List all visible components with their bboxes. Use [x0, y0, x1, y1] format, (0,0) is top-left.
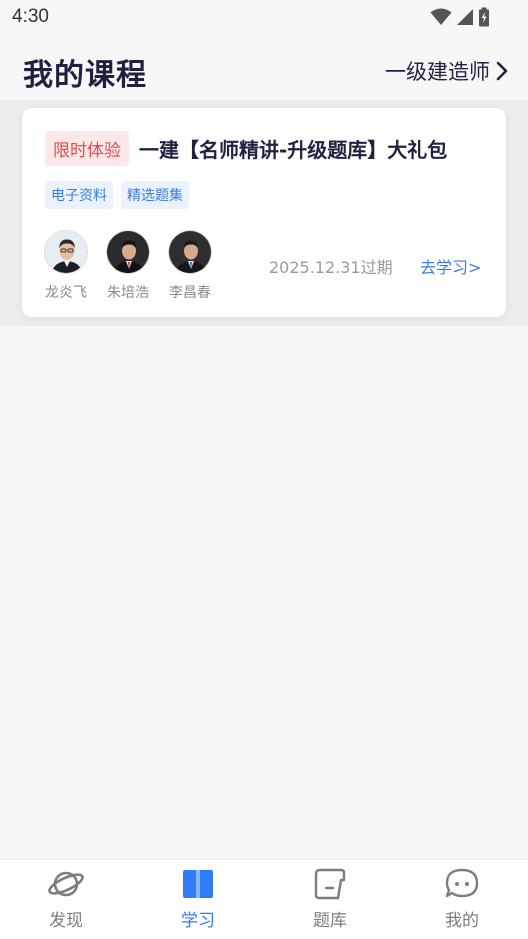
exam-selector-button[interactable]: 一级建造师	[385, 56, 508, 86]
exam-selector-label: 一级建造师	[385, 60, 490, 84]
tab-question-bank[interactable]: 题库	[264, 868, 396, 931]
teacher-item: 李昌春	[167, 230, 213, 302]
teacher-avatar	[106, 230, 150, 274]
teacher-name: 李昌春	[169, 285, 211, 301]
teacher-avatar	[168, 230, 212, 274]
cellular-signal-icon	[457, 9, 473, 25]
status-time: 4:30	[12, 6, 49, 27]
planet-icon	[48, 871, 84, 897]
course-tag: 精选题集	[121, 181, 189, 209]
tab-label: 题库	[313, 911, 347, 931]
course-card-header: 限时体验 一建【名师精讲-升级题库】大礼包	[45, 131, 447, 166]
course-card[interactable]: 限时体验 一建【名师精讲-升级题库】大礼包 电子资料 精选题集 龙炎飞 朱培浩 …	[22, 108, 506, 317]
tab-label: 发现	[49, 911, 83, 931]
battery-icon	[479, 7, 489, 27]
teacher-name: 龙炎飞	[45, 285, 87, 301]
tab-profile[interactable]: 我的	[396, 868, 528, 931]
teacher-avatar	[44, 230, 88, 274]
course-title: 一建【名师精讲-升级题库】大礼包	[139, 138, 448, 162]
book-icon	[183, 870, 213, 898]
chat-bubble-icon	[445, 868, 479, 898]
page-title: 我的课程	[23, 58, 147, 93]
course-tags: 电子资料 精选题集	[45, 181, 189, 209]
course-tag: 电子资料	[45, 181, 113, 209]
page-header: 我的课程 一级建造师	[0, 36, 528, 100]
tab-study[interactable]: 学习	[132, 868, 264, 931]
bottom-tab-bar: 发现 学习 题库 我的	[0, 859, 528, 939]
tab-label: 学习	[181, 911, 215, 931]
teacher-item: 龙炎飞	[43, 230, 89, 302]
go-study-link[interactable]: 去学习>	[420, 254, 481, 278]
wifi-icon	[430, 8, 452, 25]
status-icons	[430, 7, 490, 27]
trial-badge: 限时体验	[45, 131, 129, 166]
tab-discover[interactable]: 发现	[0, 868, 132, 931]
status-bar: 4:30	[0, 0, 528, 36]
teacher-name: 朱培浩	[107, 285, 149, 301]
expiry-date: 2025.12.31过期	[269, 258, 393, 277]
teacher-item: 朱培浩	[105, 230, 151, 302]
tab-label: 我的	[445, 911, 479, 931]
question-bank-icon	[314, 868, 346, 900]
chevron-right-icon	[496, 61, 508, 81]
teacher-list: 龙炎飞 朱培浩 李昌春	[43, 230, 213, 302]
